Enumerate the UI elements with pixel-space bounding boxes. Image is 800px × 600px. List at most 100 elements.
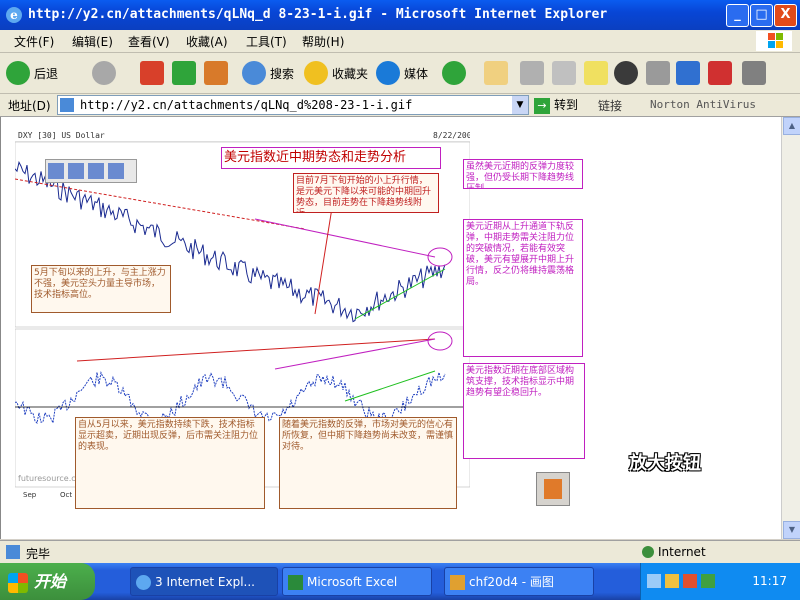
enlarge-label: 放大按钮 (629, 453, 701, 474)
print-icon[interactable] (68, 163, 84, 179)
gear-icon (646, 61, 670, 85)
media-button[interactable]: 媒体 (376, 59, 428, 87)
chart-header-date: 8/22/2003 (433, 131, 470, 140)
mail-icon (484, 61, 508, 85)
task-paint[interactable]: chf20d4 - 画图 (444, 567, 594, 596)
tools-button[interactable] (646, 59, 674, 87)
menu-bar: 文件(F) 编辑(E) 查看(V) 收藏(A) 工具(T) 帮助(H) (0, 30, 800, 53)
menu-edit[interactable]: 编辑(E) (72, 33, 113, 50)
messenger-button[interactable] (614, 59, 642, 87)
clock: 11:17 (752, 574, 787, 588)
start-label: 开始 (34, 572, 67, 591)
addon-icon (708, 61, 732, 85)
vertical-scrollbar[interactable]: ▲ ▼ (781, 117, 800, 539)
month-label: Oct (60, 491, 72, 499)
enlarge-icon (544, 479, 562, 499)
folder-icon[interactable] (108, 163, 124, 179)
image-toolbar (45, 159, 137, 183)
page-done-icon (6, 545, 20, 559)
status-bar: 完毕 Internet (0, 540, 800, 563)
task-excel[interactable]: Microsoft Excel (282, 567, 432, 596)
system-tray: 11:17 (640, 563, 800, 600)
status-text: 完毕 (26, 547, 51, 561)
maximize-button[interactable]: □ (750, 4, 773, 27)
printer-icon (520, 61, 544, 85)
scroll-down-icon[interactable]: ▼ (783, 521, 800, 539)
links-button[interactable]: 链接 (598, 97, 622, 114)
tray-icon-3[interactable] (683, 574, 697, 588)
start-button[interactable]: 开始 (0, 563, 95, 600)
search-label: 搜索 (270, 66, 295, 81)
address-url: http://y2.cn/attachments/qLNq_d%208-23-1… (80, 98, 413, 112)
chevron-down-icon[interactable]: ▼ (512, 96, 528, 114)
refresh-button[interactable] (172, 59, 200, 87)
window-title: http://y2.cn/attachments/qLNq_d 8-23-1-i… (28, 7, 608, 22)
tray-icon-2[interactable] (665, 574, 679, 588)
star-icon (304, 61, 328, 85)
zone-text: Internet (658, 545, 706, 559)
refresh-icon (172, 61, 196, 85)
stop-button[interactable] (140, 59, 168, 87)
search-button[interactable]: 搜索 (242, 59, 294, 87)
forward-arrow-icon (92, 61, 116, 85)
minimize-button[interactable]: _ (726, 4, 749, 27)
media-icon (376, 61, 400, 85)
home-icon (204, 61, 228, 85)
home-button[interactable] (204, 59, 232, 87)
scroll-up-icon[interactable]: ▲ (783, 117, 800, 135)
task-ie[interactable]: 3 Internet Expl... (130, 567, 278, 596)
history-icon (442, 61, 466, 85)
history-button[interactable] (442, 59, 470, 87)
chart-header-left: DXY [30] US Dollar (18, 131, 105, 140)
edit-button[interactable] (552, 59, 580, 87)
go-arrow-icon: → (534, 97, 550, 114)
addon-button[interactable] (708, 59, 736, 87)
menu-view[interactable]: 查看(V) (128, 33, 170, 50)
back-button[interactable]: 后退 (6, 59, 58, 87)
note-right-bottom: 美元指数近期在底部区域构筑支撑，技术指标显示中期趋势有望企稳回升。 (463, 363, 585, 459)
extra-button[interactable] (742, 59, 770, 87)
toolbar: 后退 搜索 收藏夹 媒体 (0, 53, 800, 94)
messenger-icon (614, 61, 638, 85)
taskbar: 开始 3 Internet Expl... Microsoft Excel ch… (0, 563, 800, 600)
windows-flag-icon (8, 572, 28, 593)
address-bar: 地址(D) http://y2.cn/attachments/qLNq_d%20… (0, 94, 800, 117)
search-icon (242, 61, 266, 85)
note-right-mid: 美元近期从上升通道下轨反弹，中期走势需关注阻力位的突破情况，若能有效突破，美元有… (463, 219, 583, 357)
window-titlebar[interactable]: e http://y2.cn/attachments/qLNq_d 8-23-1… (0, 0, 800, 30)
globe-icon (642, 546, 654, 558)
note-bottom-left: 自从5月以来，美元指数持续下跌，技术指标显示超卖，近期出现反弹，后市需关注阻力位… (75, 417, 265, 509)
menu-tools[interactable]: 工具(T) (246, 33, 287, 50)
task-paint-label: chf20d4 - 画图 (469, 575, 554, 589)
address-input[interactable]: http://y2.cn/attachments/qLNq_d%208-23-1… (57, 95, 529, 115)
save-icon[interactable] (48, 163, 64, 179)
favorites-label: 收藏夹 (332, 66, 369, 81)
ie-logo-icon: e (6, 7, 22, 23)
page-icon (60, 98, 74, 112)
menu-help[interactable]: 帮助(H) (302, 33, 344, 50)
stop-icon (140, 61, 164, 85)
tray-icon-4[interactable] (701, 574, 715, 588)
media-label: 媒体 (404, 66, 429, 81)
menu-favorites[interactable]: 收藏(A) (186, 33, 228, 50)
excel-icon (288, 575, 303, 590)
favorites-button[interactable]: 收藏夹 (304, 59, 368, 87)
note-icon (584, 61, 608, 85)
norton-antivirus-button[interactable]: Norton AntiVirus (650, 98, 756, 111)
print-button[interactable] (520, 59, 548, 87)
close-button[interactable]: X (774, 4, 797, 27)
forward-button[interactable] (92, 59, 120, 87)
note-trend: 目前7月下旬开始的小上升行情，是元美元下降以来可能的中期回升势态，目前走势在下降… (293, 173, 439, 213)
menu-file[interactable]: 文件(F) (14, 33, 54, 50)
mail-button[interactable] (484, 59, 512, 87)
research-button[interactable] (676, 59, 704, 87)
ie-icon (136, 575, 151, 590)
note-left: 5月下旬以来的上升，与主上涨力不强，美元空头力量主导市场，技术指标高位。 (31, 265, 171, 313)
page-content: DXY [30] US Dollar 8/22/2003 SepOctNovDe… (0, 117, 783, 539)
enlarge-button[interactable] (536, 472, 570, 506)
discuss-button[interactable] (584, 59, 612, 87)
tray-icon-1[interactable] (647, 574, 661, 588)
mail-icon[interactable] (88, 163, 104, 179)
month-label: Sep (23, 491, 37, 499)
go-button[interactable]: → 转到 (534, 96, 578, 114)
